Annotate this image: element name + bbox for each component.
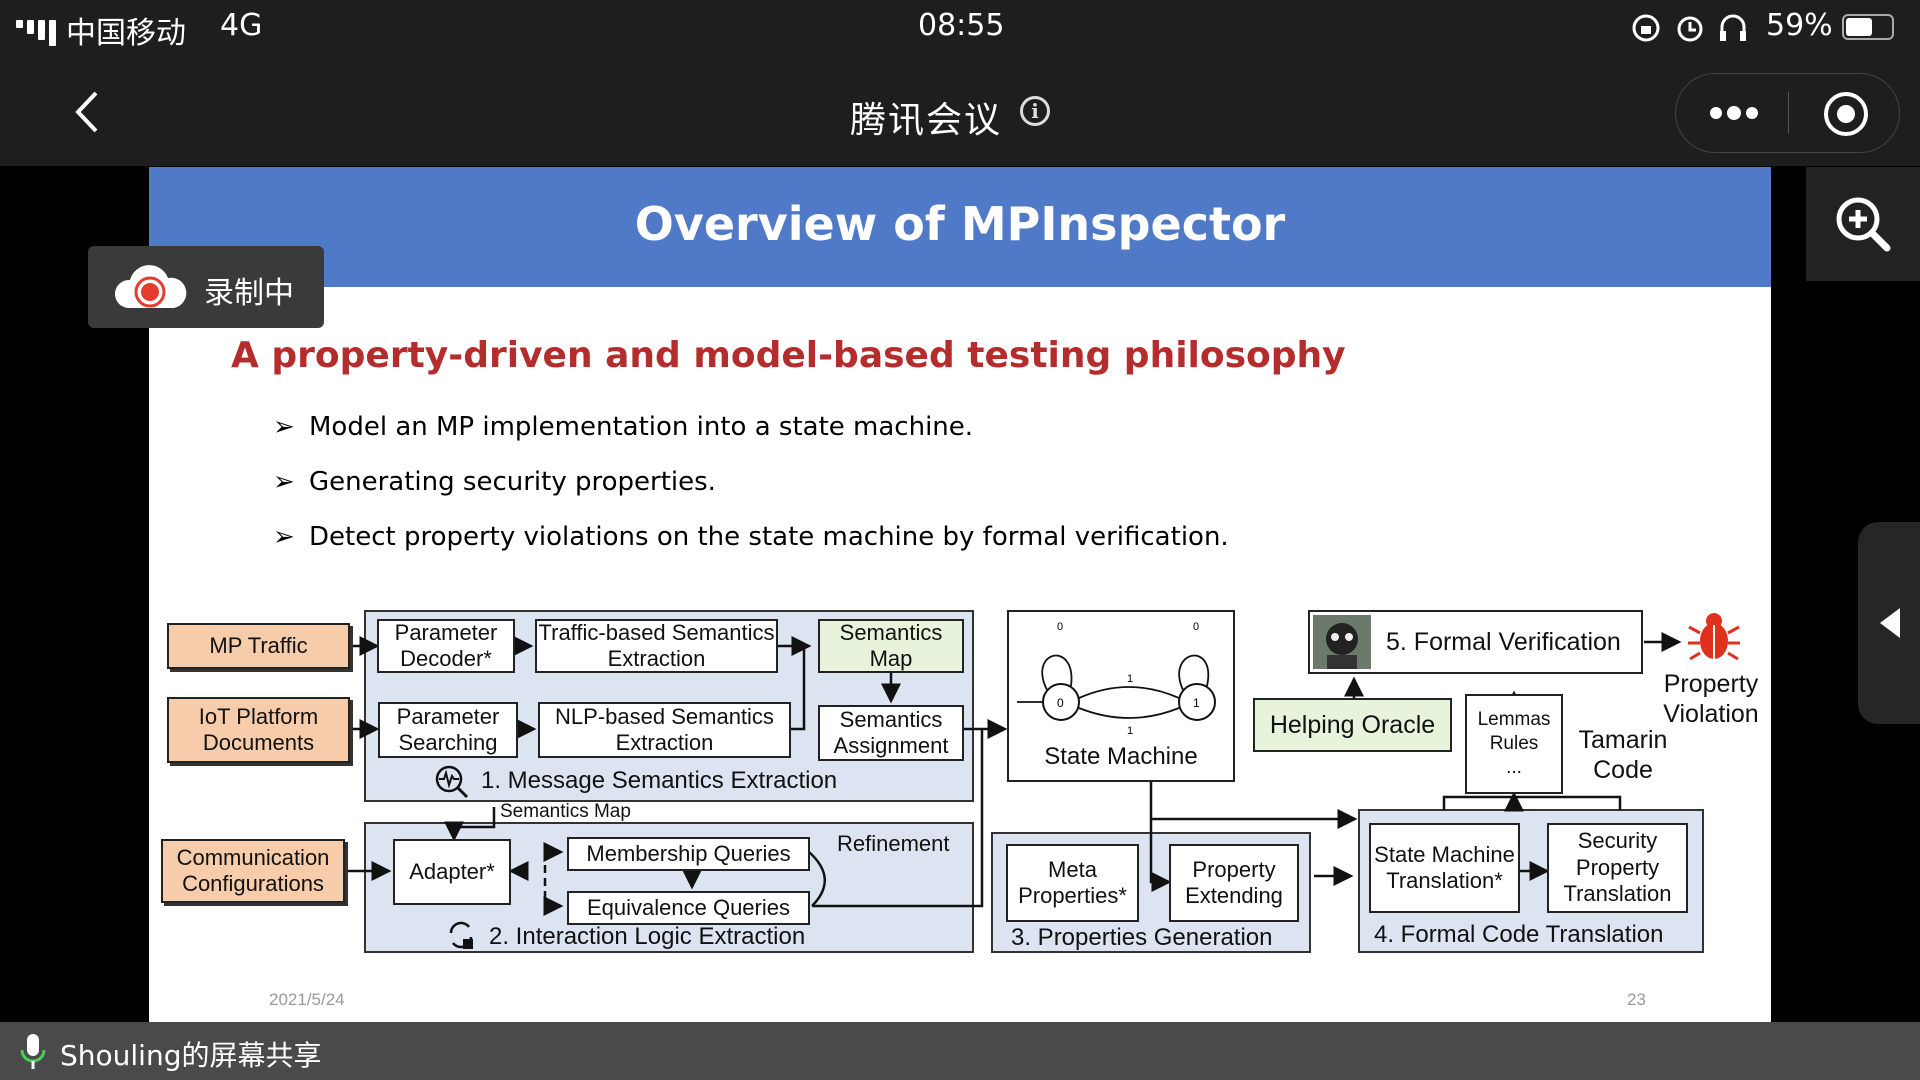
- meta-properties-box: Meta Properties*: [1006, 844, 1139, 922]
- refinement-label: Refinement: [837, 831, 950, 856]
- meeting-nav-bar: 腾讯会议 i: [0, 55, 1920, 166]
- parameter-decoder-box: Parameter Decoder*: [377, 619, 515, 673]
- loop-label-0: 0: [1057, 621, 1063, 633]
- semantics-map-box: Semantics Map: [818, 619, 964, 673]
- carrier-name: 中国移动: [66, 16, 186, 51]
- security-property-translation-box: Security Property Translation: [1547, 823, 1688, 913]
- zoom-button[interactable]: [1806, 167, 1920, 281]
- recording-label: 录制中: [204, 276, 294, 311]
- mini-program-capsule: [1675, 73, 1900, 153]
- oracle-avatar-icon: [1313, 615, 1371, 669]
- screen-share-bar: Shouling的屏幕共享: [0, 1022, 1920, 1080]
- lock-rotation-icon: [1632, 14, 1660, 42]
- semantics-assignment-box: Semantics Assignment: [818, 705, 964, 761]
- parameter-searching-box: Parameter Searching: [378, 702, 518, 758]
- microphone-icon[interactable]: [18, 1032, 48, 1072]
- battery-icon: [1842, 14, 1894, 40]
- rules-label: Rules: [1489, 733, 1539, 755]
- state-machine-label: State Machine: [1044, 743, 1198, 771]
- stage1-label: 1. Message Semantics Extraction: [481, 767, 838, 794]
- state-0-label: 0: [1057, 696, 1064, 710]
- network-type: 4G: [220, 8, 263, 43]
- adapter-box: Adapter*: [393, 839, 511, 905]
- lemmas-rules-scroll: Lemmas Rules ...: [1465, 694, 1563, 794]
- state-machine-graph: 0 1 0 0 1 1: [1017, 621, 1216, 737]
- stage3-label: 3. Properties Generation: [1011, 924, 1273, 951]
- helping-oracle-box: Helping Oracle: [1253, 698, 1452, 752]
- info-icon[interactable]: i: [1020, 96, 1050, 126]
- recording-badge[interactable]: 录制中: [88, 246, 324, 328]
- more-icon[interactable]: [1708, 102, 1760, 124]
- traffic-extraction-box: Traffic-based Semantics Extraction: [535, 619, 778, 673]
- triangle-left-icon: [1880, 608, 1900, 638]
- target-icon[interactable]: [1822, 90, 1870, 138]
- shared-slide: Overview of MPInspector A property-drive…: [149, 167, 1771, 1022]
- input-iot-documents: IoT Platform Documents: [167, 697, 350, 763]
- input-mp-traffic: MP Traffic: [167, 623, 350, 669]
- side-panel-toggle[interactable]: [1858, 522, 1920, 724]
- stage2-label: 2. Interaction Logic Extraction: [489, 923, 806, 950]
- headphones-icon: [1720, 14, 1746, 41]
- status-bar: 中国移动 4G 08:55 59%: [0, 0, 1920, 55]
- input-communication-configurations: Communication Configurations: [161, 839, 345, 903]
- edge-label-bottom: 1: [1127, 725, 1133, 737]
- slide-date: 2021/5/24: [269, 990, 345, 1009]
- nlp-extraction-box: NLP-based Semantics Extraction: [538, 702, 791, 758]
- loop-label-1: 0: [1193, 621, 1199, 633]
- membership-queries-box: Membership Queries: [567, 837, 810, 871]
- zoom-in-icon: [1836, 197, 1891, 252]
- chevron-left-icon[interactable]: [72, 89, 102, 135]
- edge-label-top: 1: [1127, 673, 1133, 685]
- magnifier-wave-icon: [435, 765, 469, 799]
- state-1-label: 1: [1193, 696, 1200, 710]
- property-extending-box: Property Extending: [1169, 844, 1299, 922]
- clock: 08:55: [918, 8, 1005, 43]
- semantics-map-label: Semantics Map: [500, 801, 631, 822]
- equivalence-queries-box: Equivalence Queries: [567, 891, 810, 925]
- alarm-icon: [1677, 16, 1703, 42]
- lemmas-label: Lemmas: [1477, 709, 1551, 731]
- state-machine-translation-box: State Machine Translation*: [1369, 823, 1520, 913]
- signal-icon: [16, 12, 60, 46]
- ellipsis-label: ...: [1506, 756, 1522, 778]
- property-violation-label: Property Violation: [1663, 670, 1759, 728]
- stage4-label: 4. Formal Code Translation: [1374, 921, 1664, 948]
- cloud-record-icon: [114, 265, 187, 308]
- screen-share-label: Shouling的屏幕共享: [60, 1039, 322, 1072]
- battery-percent: 59%: [1766, 8, 1833, 43]
- bug-icon: [1688, 613, 1740, 661]
- slide-page-number: 23: [1627, 990, 1646, 1009]
- tamarin-code-label: Tamarin Code: [1578, 726, 1668, 784]
- refresh-loop-icon: [449, 921, 473, 949]
- meeting-title: 腾讯会议: [850, 100, 1003, 141]
